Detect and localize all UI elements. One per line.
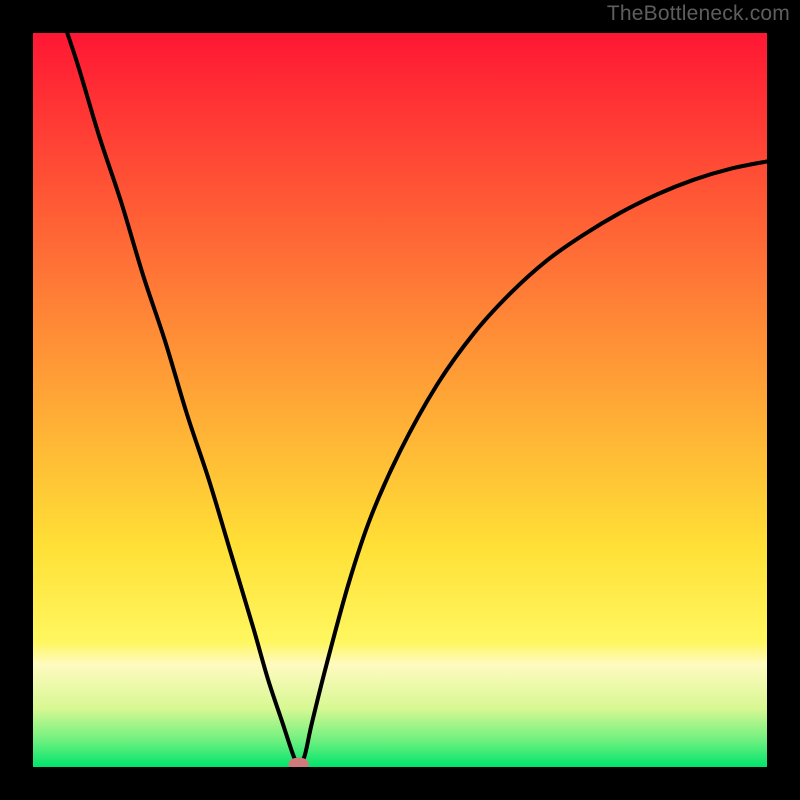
gradient-background — [33, 33, 767, 767]
chart-plot — [33, 33, 767, 767]
watermark-text: TheBottleneck.com — [607, 2, 790, 26]
chart-frame: TheBottleneck.com — [0, 0, 800, 800]
